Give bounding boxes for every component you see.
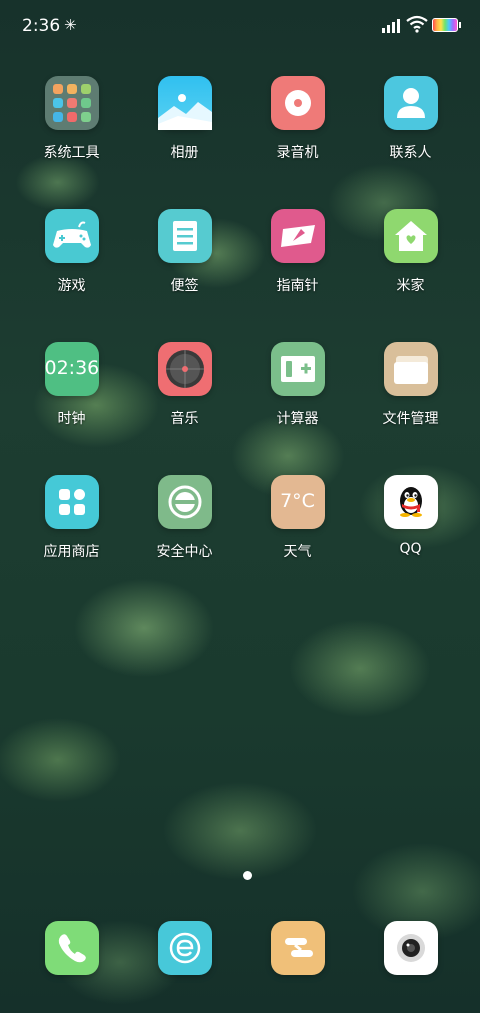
- dock-browser[interactable]: [128, 921, 241, 975]
- page-indicator-dot[interactable]: [243, 871, 252, 880]
- app-label: 音乐: [170, 411, 199, 427]
- status-bar: 2:36 ✳: [0, 0, 480, 52]
- app-notes[interactable]: 便签: [128, 209, 241, 295]
- app-label: 指南针: [276, 278, 319, 294]
- app-label: 计算器: [276, 411, 319, 427]
- contacts-icon: [383, 76, 438, 130]
- phone-icon: [44, 921, 99, 975]
- gamepad-icon: [44, 209, 99, 263]
- app-label: 录音机: [276, 145, 319, 161]
- gallery-icon: [157, 76, 212, 130]
- signal-icon: [382, 17, 402, 33]
- browser-icon: [157, 921, 212, 975]
- wifi-icon: [406, 15, 428, 33]
- security-icon: [157, 475, 212, 529]
- app-label: 天气: [283, 544, 312, 560]
- app-gallery[interactable]: 相册: [128, 76, 241, 162]
- app-label: 便签: [170, 278, 199, 294]
- app-compass[interactable]: 指南针: [241, 209, 354, 295]
- app-weather[interactable]: 7°C 天气: [241, 475, 354, 561]
- app-system-tools[interactable]: 系统工具: [15, 76, 128, 162]
- clock-face-text: 02:36: [44, 357, 100, 379]
- app-label: 相册: [170, 145, 199, 161]
- calculator-icon: [270, 342, 325, 396]
- app-label: 应用商店: [43, 544, 100, 560]
- compass-icon: [270, 209, 325, 263]
- music-icon: [157, 342, 212, 396]
- dock: [0, 921, 480, 975]
- app-security[interactable]: 安全中心: [128, 475, 241, 561]
- dock-phone[interactable]: [15, 921, 128, 975]
- weather-temp-text: 7°C: [280, 490, 315, 512]
- app-mijia[interactable]: 米家: [354, 209, 467, 295]
- app-label: 系统工具: [43, 145, 100, 161]
- app-label: 安全中心: [156, 544, 213, 560]
- app-file-manager[interactable]: 文件管理: [354, 342, 467, 428]
- app-label: 米家: [396, 278, 425, 294]
- app-games[interactable]: 游戏: [15, 209, 128, 295]
- app-label: 联系人: [389, 145, 432, 161]
- home-icon: [383, 209, 438, 263]
- app-contacts[interactable]: 联系人: [354, 76, 467, 162]
- qq-penguin-icon: [383, 475, 438, 529]
- app-clock[interactable]: 02:36 时钟: [15, 342, 128, 428]
- messages-icon: [270, 921, 325, 975]
- app-recorder[interactable]: 录音机: [241, 76, 354, 162]
- app-calculator[interactable]: 计算器: [241, 342, 354, 428]
- app-label: 文件管理: [382, 411, 439, 427]
- folder-icon: [44, 76, 99, 130]
- app-label: 时钟: [57, 411, 86, 427]
- app-music[interactable]: 音乐: [128, 342, 241, 428]
- app-app-store[interactable]: 应用商店: [15, 475, 128, 561]
- battery-icon: [432, 18, 461, 32]
- status-time: 2:36: [22, 16, 61, 36]
- app-store-icon: [44, 475, 99, 529]
- folder-files-icon: [383, 342, 438, 396]
- app-label: QQ: [399, 541, 422, 557]
- notes-icon: [157, 209, 212, 263]
- app-qq[interactable]: QQ: [354, 475, 467, 557]
- dock-messages[interactable]: [241, 921, 354, 975]
- app-label: 游戏: [57, 278, 86, 294]
- dock-camera[interactable]: [354, 921, 467, 975]
- bluetooth-icon: ✳: [64, 16, 77, 34]
- recorder-icon: [270, 76, 325, 130]
- camera-icon: [383, 921, 438, 975]
- clock-icon: 02:36: [44, 342, 100, 396]
- weather-icon: 7°C: [270, 475, 325, 529]
